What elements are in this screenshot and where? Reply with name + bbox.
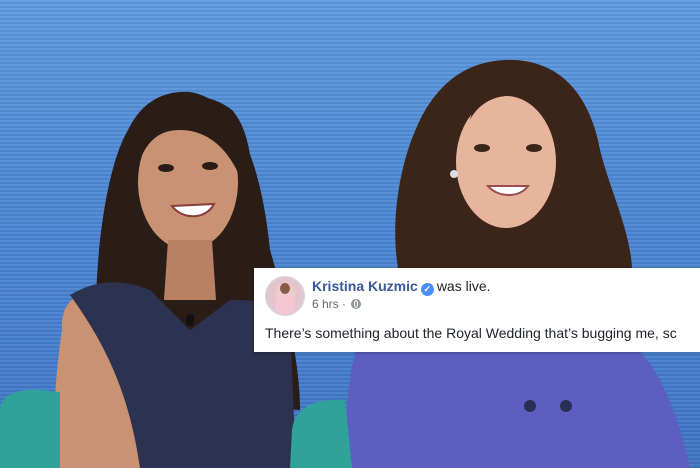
post-header: Kristina Kuzmic ✓ was live. xyxy=(312,278,491,296)
lapel-microphone xyxy=(186,314,194,326)
left-chair xyxy=(0,389,60,468)
post-timestamp[interactable]: 6 hrs xyxy=(312,297,339,311)
verified-check-icon: ✓ xyxy=(420,283,434,296)
right-woman-face xyxy=(456,96,556,228)
left-woman-neck xyxy=(164,240,216,300)
meta-separator: · xyxy=(342,297,347,311)
post-meta: 6 hrs · xyxy=(312,297,362,311)
right-woman-earring xyxy=(450,170,458,178)
author-name-link[interactable]: Kristina Kuzmic xyxy=(312,278,418,294)
post-action-text: was live. xyxy=(436,278,491,294)
photo-scene: Kristina Kuzmic ✓ was live. 6 hrs · There’… xyxy=(0,0,700,468)
post-text: There’s something about the Royal Weddin… xyxy=(265,325,677,341)
globe-icon xyxy=(351,299,362,309)
author-avatar[interactable] xyxy=(265,276,305,316)
right-woman-dress xyxy=(345,352,690,468)
facebook-post-card: Kristina Kuzmic ✓ was live. 6 hrs · There’… xyxy=(254,268,700,352)
photo-illustration xyxy=(0,59,690,468)
